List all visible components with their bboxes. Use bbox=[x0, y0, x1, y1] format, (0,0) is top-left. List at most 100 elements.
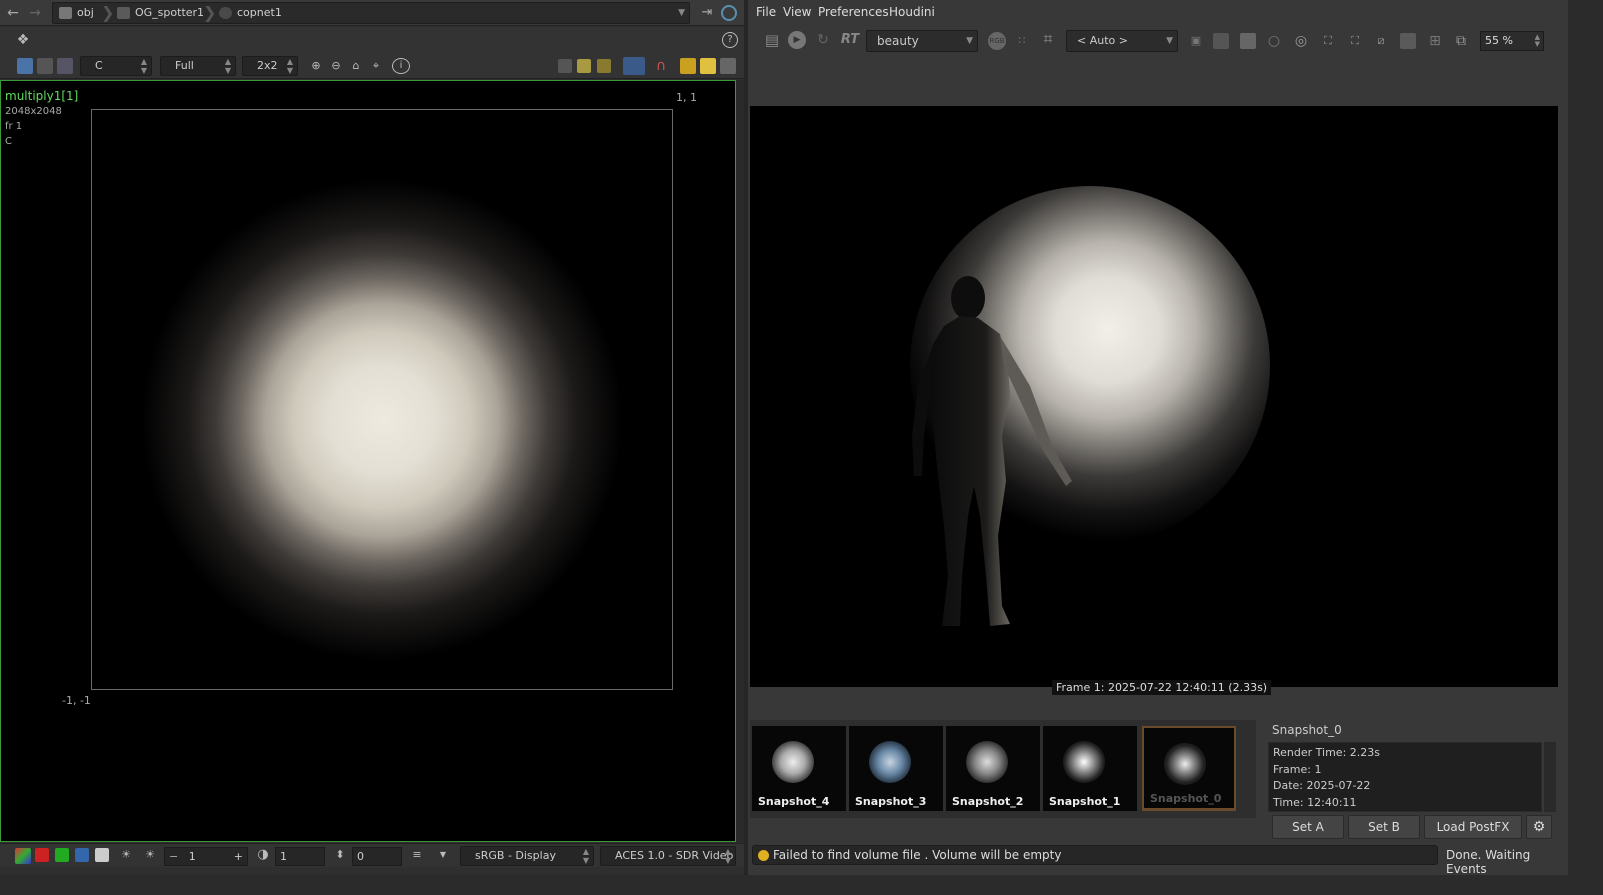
snapshot-label: Snapshot_0 bbox=[1150, 792, 1222, 805]
render-time-line: Render Time: 2.23s bbox=[1273, 746, 1381, 759]
crop-icon[interactable]: ⌗ bbox=[1038, 30, 1058, 48]
menu-houdini[interactable]: Houdini bbox=[889, 5, 935, 19]
path-field[interactable]: obj ❯ OG_spotter1 ❯ copnet1 ▼ bbox=[52, 2, 690, 24]
refresh-icon[interactable]: ↻ bbox=[814, 31, 832, 49]
back-arrow-icon[interactable]: ← bbox=[4, 4, 22, 22]
red-channel-icon[interactable] bbox=[35, 848, 49, 862]
display-mode-icon[interactable] bbox=[17, 58, 33, 74]
focus-icon[interactable]: ◎ bbox=[1292, 32, 1310, 50]
menu-file[interactable]: File bbox=[756, 5, 776, 19]
viewport-scrollbar[interactable] bbox=[736, 80, 744, 842]
aov-dropdown[interactable]: beauty ▼ bbox=[866, 30, 978, 52]
pin-icon[interactable]: ⇥ bbox=[698, 4, 716, 22]
breadcrumb-label: OG_spotter1 bbox=[135, 6, 205, 19]
rt-toggle[interactable]: RT bbox=[839, 31, 861, 49]
link-icon[interactable] bbox=[721, 5, 737, 21]
flipbook-icon[interactable] bbox=[623, 57, 645, 75]
region-icon[interactable] bbox=[1240, 33, 1256, 49]
info-icon[interactable]: i bbox=[392, 58, 410, 74]
view-transform-dropdown[interactable]: ACES 1.0 - SDR Video ▲ ▼ bbox=[600, 846, 736, 866]
histogram-icon[interactable] bbox=[57, 58, 73, 74]
zoom-out-icon[interactable]: ⊖ bbox=[328, 57, 344, 75]
viewer-bottom-bar: ☀ ☀ − 1 + ◑ 1 ⬍ 0 ≡ ▼ sRGB - Display ▲ ▼ … bbox=[0, 843, 744, 867]
breadcrumb-obj[interactable]: obj bbox=[55, 3, 94, 23]
snapshot-thumbnail[interactable]: Snapshot_1 bbox=[1043, 726, 1137, 811]
snapshot-thumbnail[interactable]: Snapshot_2 bbox=[946, 726, 1040, 811]
view-transform-value: ACES 1.0 - SDR Video bbox=[615, 849, 734, 862]
green-channel-icon[interactable] bbox=[55, 848, 69, 862]
gamma-field[interactable]: 1 bbox=[275, 847, 325, 866]
help-icon[interactable]: ? bbox=[722, 32, 738, 48]
render-image[interactable] bbox=[750, 106, 1558, 687]
set-b-button[interactable]: Set B bbox=[1348, 815, 1420, 839]
exposure-field[interactable]: − 1 + bbox=[164, 847, 248, 866]
lasso-icon[interactable]: ○ bbox=[1265, 32, 1283, 50]
exposure-icon[interactable]: ☀ bbox=[142, 846, 158, 864]
snapshot-icon[interactable] bbox=[1400, 33, 1416, 49]
blue-channel-icon[interactable] bbox=[75, 848, 89, 862]
grid-view-icon[interactable] bbox=[700, 58, 716, 74]
home-icon[interactable]: ⌂ bbox=[348, 57, 364, 75]
stripes-icon[interactable]: ⧄ bbox=[1372, 32, 1390, 50]
dropdown-arrow-icon: ▼ bbox=[966, 36, 973, 46]
zoom-in-icon[interactable]: ⊕ bbox=[308, 57, 324, 75]
camera-dropdown[interactable]: < Auto > ▼ bbox=[1066, 30, 1178, 52]
tiles-icon[interactable] bbox=[1213, 33, 1229, 49]
add-snapshot-icon[interactable]: ⊞ bbox=[1426, 32, 1444, 50]
grid-dropdown[interactable]: 2x2 ▲ ▼ bbox=[242, 56, 298, 76]
compositor-pane: ← → obj ❯ OG_spotter1 ❯ copnet1 ▼ ⇥ ❖ ? bbox=[0, 0, 744, 875]
spinner-icon: ▲ ▼ bbox=[224, 57, 231, 75]
gamma-value: 1 bbox=[280, 850, 287, 863]
snapshot-thumbnail-selected[interactable]: Snapshot_0 bbox=[1142, 726, 1236, 811]
zoom-field[interactable]: 55 % ▲ ▼ bbox=[1480, 31, 1544, 51]
snapshot-preview bbox=[772, 741, 814, 783]
fit-icon[interactable]: ⛶ bbox=[1346, 32, 1364, 50]
frame-line: Frame: 1 bbox=[1273, 762, 1322, 776]
layers-icon[interactable]: ❖ bbox=[12, 31, 34, 49]
view-compare-icon[interactable] bbox=[597, 59, 611, 73]
details-scrollbar[interactable] bbox=[1544, 742, 1556, 812]
snapshot-thumbnail[interactable]: Snapshot_4 bbox=[752, 726, 846, 811]
frame-all-icon[interactable]: ⌖ bbox=[368, 57, 384, 75]
offset-icon[interactable]: ⬍ bbox=[332, 846, 348, 864]
channel-list-icon[interactable] bbox=[37, 58, 53, 74]
alpha-channel-icon[interactable] bbox=[95, 848, 109, 862]
lut-icon[interactable]: ≡ bbox=[408, 846, 426, 864]
play-render-icon[interactable]: ▶ bbox=[788, 31, 806, 49]
copy-icon[interactable]: ⧉ bbox=[1452, 32, 1470, 50]
rgb-icon[interactable]: RGB bbox=[988, 32, 1006, 50]
lut-dropdown-icon[interactable]: ▼ bbox=[436, 846, 450, 864]
snapshot-thumbnail[interactable]: Snapshot_3 bbox=[849, 726, 943, 811]
load-postfx-button[interactable]: Load PostFX bbox=[1424, 815, 1522, 839]
breadcrumb-og-spotter1[interactable]: OG_spotter1 bbox=[113, 3, 204, 23]
set-a-button[interactable]: Set A bbox=[1272, 815, 1344, 839]
display-dropdown[interactable]: sRGB - Display ▲ ▼ bbox=[460, 846, 594, 866]
quad-view-icon[interactable] bbox=[720, 58, 736, 74]
frame-selection-icon[interactable]: ⛶ bbox=[1319, 32, 1337, 50]
checker-icon[interactable] bbox=[680, 58, 696, 74]
offset-field[interactable]: 0 bbox=[352, 847, 402, 866]
breadcrumb-copnet1[interactable]: copnet1 bbox=[215, 3, 282, 23]
menu-preferences[interactable]: Preferences bbox=[818, 5, 889, 19]
view-split-icon[interactable] bbox=[577, 59, 591, 73]
clapper-icon[interactable]: ▤ bbox=[762, 31, 782, 49]
exposure-dim-icon[interactable]: ☀ bbox=[118, 846, 134, 864]
gamma-icon[interactable]: ◑ bbox=[255, 846, 271, 864]
channel-dropdown[interactable]: C ▲ ▼ bbox=[80, 56, 152, 76]
lock-icon[interactable]: ▣ bbox=[1188, 32, 1204, 50]
snap-magnet-icon[interactable]: ∩ bbox=[652, 57, 670, 75]
spinner-icon: ▲ ▼ bbox=[582, 847, 589, 865]
snapshot-strip: Snapshot_4 Snapshot_3 Snapshot_2 Snapsho… bbox=[750, 720, 1256, 818]
snapshot-preview bbox=[966, 741, 1008, 783]
breadcrumb-separator: ❯ bbox=[101, 3, 115, 22]
render-view-pane: File View Preferences Houdini ▤ ▶ ↻ RT b… bbox=[748, 0, 1568, 876]
menu-view[interactable]: View bbox=[783, 5, 811, 19]
forward-arrow-icon[interactable]: → bbox=[26, 4, 44, 22]
zoom-value: 55 % bbox=[1485, 34, 1513, 47]
path-dropdown-icon[interactable]: ▼ bbox=[678, 3, 685, 23]
pixel-grid-icon[interactable]: ∷ bbox=[1014, 32, 1030, 50]
rgb-channel-icon[interactable] bbox=[15, 848, 31, 864]
settings-gear-icon[interactable]: ⚙ bbox=[1526, 815, 1552, 839]
resolution-dropdown[interactable]: Full ▲ ▼ bbox=[160, 56, 236, 76]
view-single-icon[interactable] bbox=[558, 59, 572, 73]
